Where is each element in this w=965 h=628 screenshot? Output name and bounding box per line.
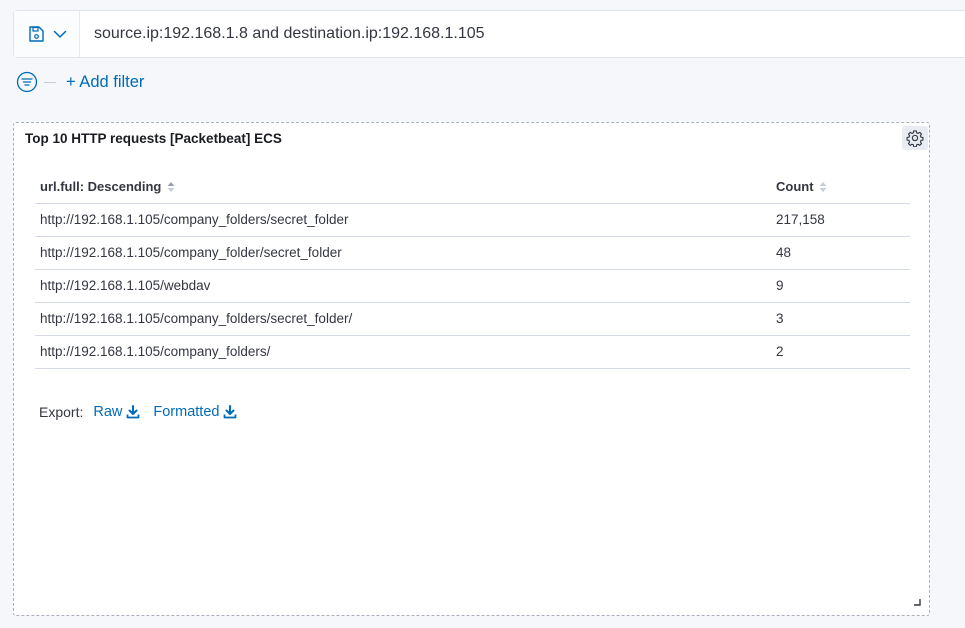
query-input[interactable]: source.ip:192.168.1.8 and destination.ip… [80, 25, 485, 43]
export-formatted-link[interactable]: Formatted [153, 404, 237, 420]
table-row: http://192.168.1.105/company_folders/ 2 [35, 335, 910, 369]
panel-options-button[interactable] [902, 126, 928, 150]
export-formatted-label: Formatted [153, 404, 220, 420]
url-cell[interactable]: http://192.168.1.105/company_folders/sec… [35, 302, 771, 336]
count-cell: 9 [771, 269, 910, 303]
export-raw-link[interactable]: Raw [93, 404, 140, 420]
table-row: http://192.168.1.105/company_folder/secr… [35, 236, 910, 270]
filter-divider [44, 81, 56, 83]
url-cell[interactable]: http://192.168.1.105/company_folders/ [35, 335, 771, 369]
export-raw-label: Raw [93, 404, 123, 420]
visualization-panel: Top 10 HTTP requests [Packetbeat] ECS ur… [13, 122, 930, 616]
count-cell: 3 [771, 302, 910, 336]
export-label: Export: [39, 404, 84, 420]
query-bar: source.ip:192.168.1.8 and destination.ip… [13, 10, 965, 58]
top-strip [0, 0, 965, 8]
count-cell: 217,158 [771, 203, 910, 237]
resize-icon[interactable] [913, 598, 921, 606]
save-icon [28, 26, 44, 42]
table-row: http://192.168.1.105/company_folders/sec… [35, 302, 910, 336]
data-table: url.full: Descending Count http://192.16… [35, 170, 910, 369]
column-header-label: url.full: Descending [40, 178, 162, 194]
url-cell[interactable]: http://192.168.1.105/company_folder/secr… [35, 236, 771, 270]
download-icon [126, 405, 140, 419]
sort-icon [819, 182, 827, 193]
table-row: http://192.168.1.105/webdav 9 [35, 269, 910, 303]
chevron-down-icon [53, 30, 66, 38]
saved-query-button[interactable] [14, 11, 80, 57]
table-row: http://192.168.1.105/company_folders/sec… [35, 203, 910, 237]
url-cell[interactable]: http://192.168.1.105/webdav [35, 269, 771, 303]
export-row: Export: Raw Formatted [39, 404, 250, 420]
gear-icon [906, 130, 924, 147]
count-cell: 48 [771, 236, 910, 270]
url-cell[interactable]: http://192.168.1.105/company_folders/sec… [35, 203, 771, 237]
download-icon [224, 405, 237, 419]
table-header-row: url.full: Descending Count [35, 170, 910, 204]
add-filter-button[interactable]: + Add filter [66, 73, 144, 92]
sort-icon [167, 182, 175, 193]
filter-icon[interactable] [16, 71, 38, 93]
panel-title: Top 10 HTTP requests [Packetbeat] ECS [25, 131, 282, 146]
column-header-url[interactable]: url.full: Descending [35, 170, 771, 204]
column-header-label: Count [776, 178, 814, 194]
column-header-count[interactable]: Count [771, 170, 910, 204]
filter-row: + Add filter [16, 70, 144, 94]
count-cell: 2 [771, 335, 910, 369]
